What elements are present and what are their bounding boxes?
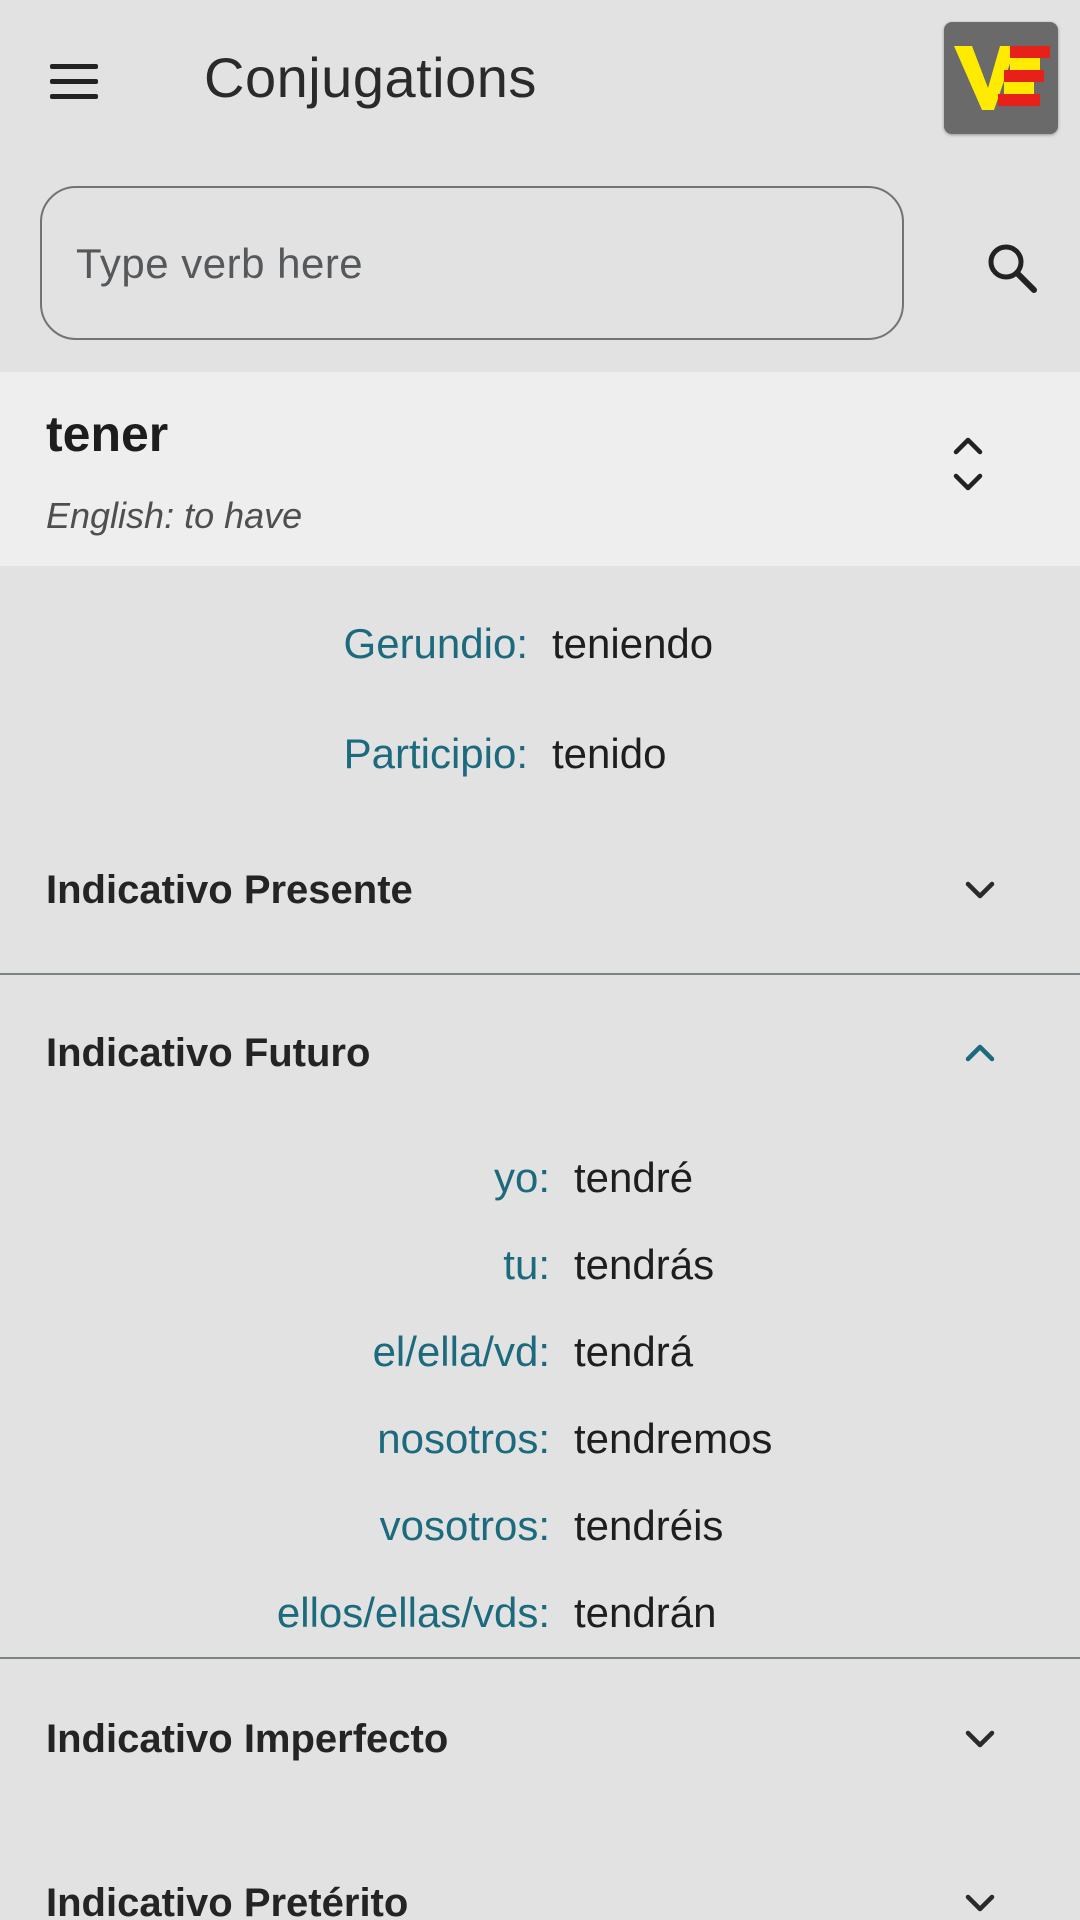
- section-indicativo-imperfecto[interactable]: Indicativo Imperfecto: [0, 1674, 1080, 1804]
- conjugation-row: ellos/ellas/vds: tendrán: [0, 1583, 1080, 1643]
- conjugation-row: vosotros: tendréis: [0, 1496, 1080, 1556]
- conjugation-row: nosotros: tendremos: [0, 1409, 1080, 1469]
- divider: [0, 1657, 1080, 1659]
- conjugation-row: yo: tendré: [0, 1148, 1080, 1208]
- chevron-up-icon: [958, 1031, 1002, 1075]
- conjugated-form: tendrá: [574, 1328, 694, 1375]
- search-icon[interactable]: [982, 238, 1042, 298]
- section-indicativo-presente[interactable]: Indicativo Presente: [0, 825, 1080, 955]
- app-title: Conjugations: [204, 46, 537, 109]
- pronoun-label: el/ella/vd:: [372, 1328, 550, 1375]
- gerund-row: Gerundio: teniendo: [0, 614, 1080, 674]
- unfold-more-icon[interactable]: [946, 428, 990, 500]
- participle-value: tenido: [552, 730, 667, 777]
- pronoun-label: tu:: [503, 1241, 550, 1288]
- conjugated-form: tendremos: [574, 1415, 773, 1462]
- conjugated-form: tendréis: [574, 1502, 724, 1549]
- section-title: Indicativo Imperfecto: [46, 1717, 449, 1761]
- conjugated-form: tendrán: [574, 1589, 717, 1636]
- pronoun-label: ellos/ellas/vds:: [276, 1589, 550, 1636]
- divider: [0, 973, 1080, 975]
- verb-translation: English: to have: [46, 495, 303, 536]
- section-indicativo-futuro[interactable]: Indicativo Futuro: [0, 988, 1080, 1118]
- section-title: Indicativo Pretérito: [46, 1881, 409, 1920]
- chevron-down-icon: [958, 868, 1002, 912]
- pronoun-label: nosotros:: [377, 1415, 550, 1462]
- section-title: Indicativo Presente: [46, 868, 413, 912]
- verb-header: tener English: to have: [0, 372, 1080, 566]
- section-indicativo-preterito[interactable]: Indicativo Pretérito: [0, 1838, 1080, 1920]
- participle-label: Participio:: [343, 730, 528, 777]
- app-logo[interactable]: [944, 22, 1058, 134]
- section-title: Indicativo Futuro: [46, 1031, 371, 1075]
- participle-row: Participio: tenido: [0, 724, 1080, 784]
- screen: Conjugations tener English: to have: [0, 0, 1080, 1920]
- chevron-down-icon: [958, 1881, 1002, 1920]
- verb-search-field[interactable]: [40, 186, 904, 340]
- verb-infinitive: tener: [46, 406, 169, 462]
- verb-search-input[interactable]: [74, 188, 878, 340]
- chevron-down-icon: [958, 1717, 1002, 1761]
- gerund-label: Gerundio:: [343, 620, 528, 667]
- top-app-bar: Conjugations: [0, 0, 1080, 160]
- conjugated-form: tendré: [574, 1154, 694, 1201]
- pronoun-label: yo:: [493, 1154, 550, 1201]
- gerund-value: teniendo: [552, 620, 714, 667]
- pronoun-label: vosotros:: [379, 1502, 550, 1549]
- hamburger-menu-icon[interactable]: [44, 54, 112, 106]
- conjugated-form: tendrás: [574, 1241, 715, 1288]
- conjugation-row: tu: tendrás: [0, 1235, 1080, 1295]
- conjugation-row: el/ella/vd: tendrá: [0, 1322, 1080, 1382]
